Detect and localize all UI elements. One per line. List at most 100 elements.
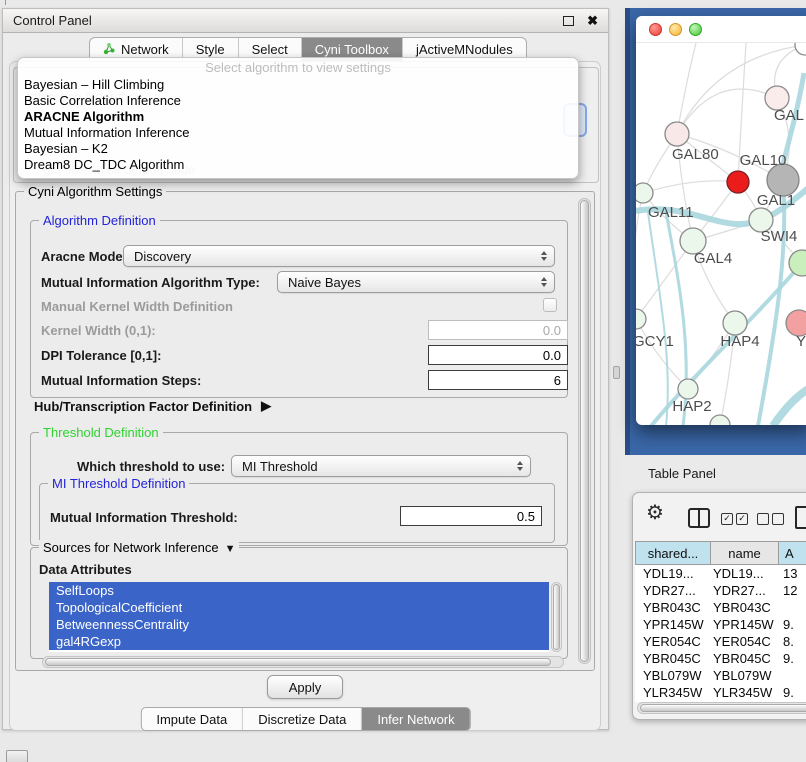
table-row[interactable]: YBR045CYBR045C9.: [635, 650, 806, 667]
which-threshold-combo[interactable]: MI Threshold: [231, 455, 531, 477]
attribute-topologicalcoefficient[interactable]: TopologicalCoefficient: [49, 599, 549, 616]
table-horizontal-scrollbar-thumb[interactable]: [640, 704, 806, 712]
network-edge[interactable]: [773, 383, 806, 425]
tab-impute-data[interactable]: Impute Data: [141, 708, 243, 730]
algorithm-dropdown-list: Bayesian – Hill ClimbingBasic Correlatio…: [18, 77, 578, 173]
sources-label: Sources for Network Inference▼: [39, 540, 239, 555]
tab-infer-network[interactable]: Infer Network: [362, 708, 469, 730]
network-icon: [103, 42, 116, 58]
network-node-gal11[interactable]: [636, 183, 653, 203]
algorithm-option-aracne-algorithm[interactable]: ARACNE Algorithm: [18, 109, 578, 125]
data-attributes-label: Data Attributes: [39, 562, 132, 577]
settings-vertical-scrollbar-thumb[interactable]: [580, 200, 589, 662]
tab-label: Style: [196, 42, 225, 57]
table-settings-gear-icon[interactable]: ⚙: [646, 500, 664, 525]
network-edge[interactable]: [677, 89, 777, 134]
cell: 9.: [779, 651, 794, 666]
column-header-a[interactable]: A: [779, 541, 806, 565]
algorithm-option-basic-correlation-inference[interactable]: Basic Correlation Inference: [18, 93, 578, 109]
table-horizontal-scrollbar[interactable]: [637, 702, 806, 714]
table-row[interactable]: YDR27...YDR27...12: [635, 582, 806, 599]
attributes-scrollbar-thumb[interactable]: [553, 584, 560, 650]
hub-definition-expander[interactable]: Hub/Transcription Factor Definition ▶: [34, 398, 271, 414]
column-header-shared[interactable]: shared...: [635, 541, 711, 565]
mi-algorithm-type-value: Naive Bayes: [288, 275, 361, 290]
apply-button[interactable]: Apply: [267, 675, 343, 699]
mi-steps-label: Mutual Information Steps:: [41, 373, 201, 388]
collapse-down-icon[interactable]: ▼: [225, 543, 236, 555]
split-columns-icon[interactable]: [688, 508, 710, 528]
network-edge[interactable]: [636, 241, 693, 319]
network-node-hap4[interactable]: [723, 311, 747, 335]
select-checked-icon[interactable]: ✓ ✓: [721, 513, 748, 525]
cell: YLR345W: [635, 685, 711, 700]
node-label-gal4: GAL4: [694, 250, 732, 267]
table-row[interactable]: YLR345WYLR345W9.: [635, 684, 806, 701]
table-row[interactable]: YER054CYER054C8.: [635, 633, 806, 650]
panel-splitter-handle[interactable]: [613, 366, 620, 379]
stepper-icon: [541, 277, 547, 287]
select-unchecked-icon[interactable]: [757, 513, 784, 525]
mi-steps-field[interactable]: 6: [428, 370, 568, 390]
algorithm-option-dream8-dc-tdc-algorithm[interactable]: Dream8 DC_TDC Algorithm: [18, 157, 578, 173]
mi-threshold-field[interactable]: 0.5: [400, 506, 542, 526]
cell: YBL079W: [635, 668, 711, 683]
table-row[interactable]: YBL079WYBL079W: [635, 667, 806, 684]
cell: YER054C: [635, 634, 711, 649]
table-row[interactable]: YDL19...YDL19...13: [635, 565, 806, 582]
network-window: GALGAL80GAL10GAL11GAL1SWI4GAL4GCY1HAP4YH…: [636, 16, 806, 425]
collapsed-panel-button[interactable]: [6, 750, 28, 762]
attribute-gal4rgexp[interactable]: gal4RGexp: [49, 633, 549, 650]
dpi-tolerance-field[interactable]: 0.0: [428, 345, 568, 365]
cell: YBR043C: [635, 600, 711, 615]
table-row[interactable]: YPR145WYPR145W9.: [635, 616, 806, 633]
network-node[interactable]: [710, 415, 730, 425]
tab-label: Network: [121, 42, 169, 57]
dpi-tolerance-value: 0.0: [543, 348, 561, 363]
float-window-icon[interactable]: [563, 16, 574, 26]
close-traffic-light[interactable]: [649, 23, 662, 36]
node-label-gal10: GAL10: [740, 152, 787, 169]
network-edge[interactable]: [643, 181, 738, 193]
algorithm-option-bayesian-k2[interactable]: Bayesian – K2: [18, 141, 578, 157]
export-table-icon[interactable]: [795, 506, 806, 529]
cell: 13: [779, 566, 797, 581]
tab-label: Select: [252, 42, 288, 57]
minimize-traffic-light[interactable]: [669, 23, 682, 36]
attributes-scrollbar[interactable]: [551, 582, 562, 652]
settings-horizontal-scrollbar[interactable]: [42, 656, 564, 668]
network-node[interactable]: [727, 171, 749, 193]
control-panel-window: Control Panel ✖ NetworkStyleSelectCyni T…: [2, 8, 609, 730]
algorithm-option-mutual-information-inference[interactable]: Mutual Information Inference: [18, 125, 578, 141]
attribute-betweennesscentrality[interactable]: BetweennessCentrality: [49, 616, 549, 633]
threshold-definition-group: Threshold Definition Which threshold to …: [30, 432, 568, 546]
aracne-mode-value: Discovery: [134, 249, 191, 264]
data-attributes-list: SelfLoopsTopologicalCoefficientBetweenne…: [49, 582, 549, 652]
cyni-algorithm-settings-group: Cyni Algorithm Settings Algorithm Defini…: [15, 191, 595, 671]
algorithm-option-bayesian-hill-climbing[interactable]: Bayesian – Hill Climbing: [18, 77, 578, 93]
network-canvas[interactable]: GALGAL80GAL10GAL11GAL1SWI4GAL4GCY1HAP4YH…: [636, 43, 806, 425]
manual-kernel-width-checkbox[interactable]: [543, 298, 557, 312]
network-node-gcy1[interactable]: [636, 309, 646, 329]
algorithm-definition-label: Algorithm Definition: [39, 213, 160, 228]
table-row[interactable]: YBR043CYBR043C: [635, 599, 806, 616]
attribute-selfloops[interactable]: SelfLoops: [49, 582, 549, 599]
settings-vertical-scrollbar[interactable]: [578, 198, 591, 664]
mi-algorithm-type-combo[interactable]: Naive Bayes: [277, 271, 555, 293]
node-label-gal1: GAL1: [757, 192, 795, 209]
table-header-row: shared...nameA: [635, 541, 806, 565]
zoom-traffic-light[interactable]: [689, 23, 702, 36]
network-edge[interactable]: [636, 319, 688, 389]
tab-discretize-data[interactable]: Discretize Data: [243, 708, 362, 730]
settings-horizontal-scrollbar-thumb[interactable]: [45, 658, 551, 666]
cell: YDR27...: [635, 583, 711, 598]
network-edge[interactable]: [648, 212, 668, 425]
aracne-mode-combo[interactable]: Discovery: [123, 245, 555, 267]
close-icon[interactable]: ✖: [587, 14, 598, 27]
network-node[interactable]: [795, 43, 806, 55]
column-header-name[interactable]: name: [711, 541, 779, 565]
kernel-width-field[interactable]: 0.0: [428, 320, 568, 340]
cell: YER054C: [711, 634, 779, 649]
network-node-gal80[interactable]: [665, 122, 689, 146]
network-node-hap2[interactable]: [678, 379, 698, 399]
